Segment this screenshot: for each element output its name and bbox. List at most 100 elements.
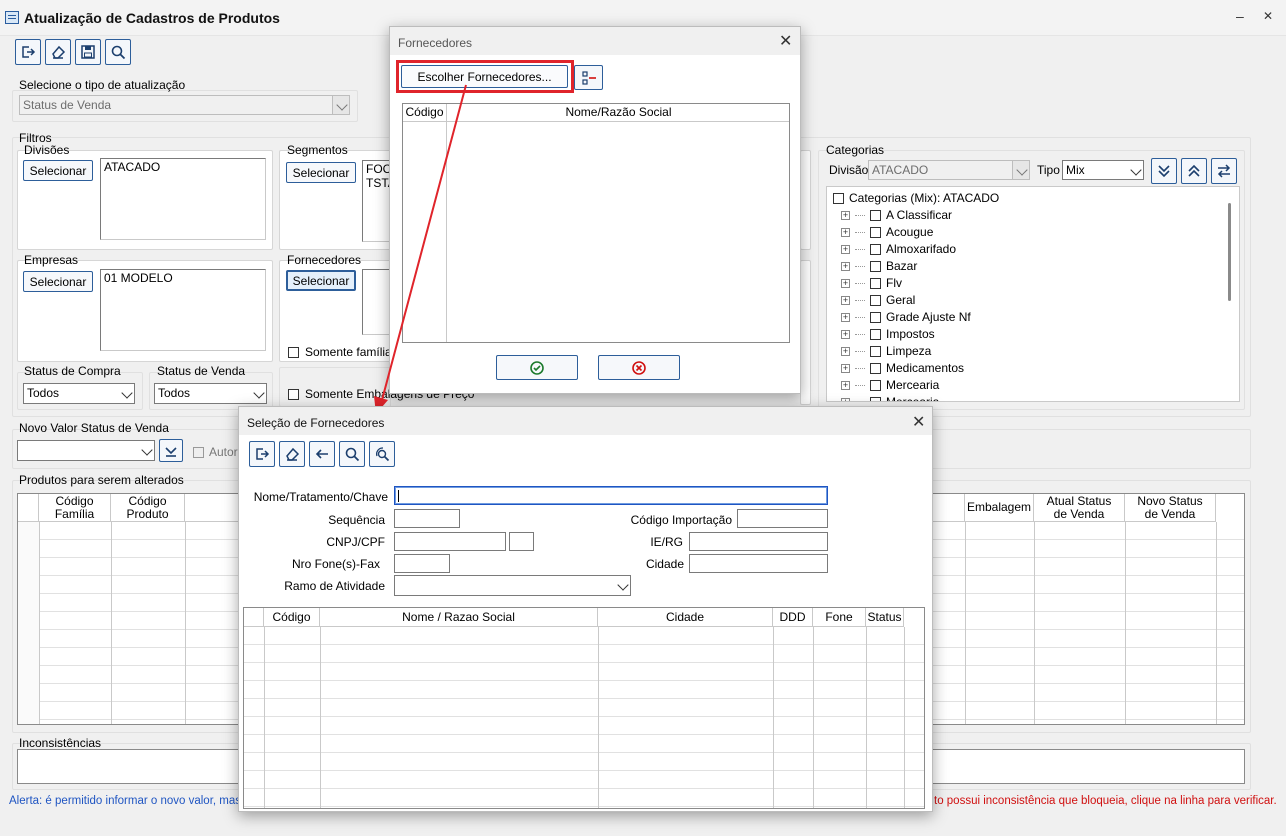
tree-item[interactable]: + Impostos <box>841 327 935 341</box>
tree-item[interactable]: + Bazar <box>841 259 917 273</box>
table-row[interactable] <box>244 716 924 717</box>
column-header[interactable]: Nome/Razão Social <box>447 104 789 122</box>
checkbox[interactable] <box>870 396 881 401</box>
clear-button[interactable] <box>45 39 71 65</box>
exit-button[interactable] <box>15 39 41 65</box>
tree-item[interactable]: + Grade Ajuste Nf <box>841 310 971 324</box>
close-dialog-button[interactable]: ✕ <box>779 31 792 51</box>
expand-plus-icon[interactable]: + <box>841 346 850 356</box>
column-header[interactable]: Fone <box>813 608 866 627</box>
checkbox[interactable] <box>833 192 844 204</box>
advanced-search-button[interactable] <box>369 441 395 467</box>
column-header[interactable]: Código <box>264 608 320 627</box>
checkbox[interactable] <box>870 243 881 255</box>
status-compra-select[interactable]: Todos <box>23 383 135 404</box>
save-button[interactable] <box>75 39 101 65</box>
expand-plus-icon[interactable]: + <box>841 312 850 322</box>
status-venda-select[interactable]: Todos <box>154 383 267 404</box>
checkbox[interactable] <box>870 362 881 374</box>
tree-item[interactable]: + Acougue <box>841 225 933 239</box>
tree-item[interactable]: + A Classificar <box>841 208 952 222</box>
exit-button[interactable] <box>249 441 275 467</box>
table-row[interactable] <box>244 806 924 807</box>
sequencia-input[interactable] <box>394 509 460 528</box>
selecao-grid[interactable]: Código Nome / Razao Social Cidade DDD Fo… <box>243 607 925 809</box>
expand-all-button[interactable] <box>1151 158 1177 184</box>
list-options-button[interactable] <box>574 65 603 90</box>
segmentos-select-button[interactable]: Selecionar <box>286 162 356 183</box>
collapse-all-button[interactable] <box>1181 158 1207 184</box>
column-header[interactable]: Nome / Razao Social <box>320 608 598 627</box>
tree-root[interactable]: Categorias (Mix): ATACADO <box>833 191 999 205</box>
autorizar-option[interactable]: Autori <box>193 445 240 459</box>
expand-plus-icon[interactable]: + <box>841 397 850 401</box>
back-button[interactable] <box>309 441 335 467</box>
cnpj-digit-input[interactable] <box>509 532 534 551</box>
expand-plus-icon[interactable]: + <box>841 210 850 220</box>
table-row[interactable] <box>244 734 924 735</box>
search-button[interactable] <box>339 441 365 467</box>
expand-plus-icon[interactable]: + <box>841 329 850 339</box>
tree-scrollbar[interactable] <box>1228 203 1231 301</box>
expand-plus-icon[interactable]: + <box>841 295 850 305</box>
update-type-select[interactable]: Status de Venda <box>19 95 350 115</box>
fone-input[interactable] <box>394 554 450 573</box>
checkbox[interactable] <box>870 345 881 357</box>
column-header[interactable]: Código Produto <box>111 494 185 522</box>
tree-item[interactable]: + Limpeza <box>841 344 931 358</box>
expand-plus-icon[interactable]: + <box>841 278 850 288</box>
tree-item[interactable]: + Medicamentos <box>841 361 964 375</box>
empresas-list[interactable]: 01 MODELO <box>100 269 266 351</box>
close-dialog-button[interactable]: ✕ <box>912 412 925 432</box>
table-row[interactable] <box>244 770 924 771</box>
expand-plus-icon[interactable]: + <box>841 380 850 390</box>
categorias-tree[interactable]: Categorias (Mix): ATACADO + A Classificar… <box>826 186 1240 402</box>
list-item[interactable]: ATACADO <box>104 160 262 174</box>
tree-item[interactable]: + Almoxarifado <box>841 242 956 256</box>
checkbox[interactable] <box>870 294 881 306</box>
checkbox[interactable] <box>870 226 881 238</box>
column-header[interactable]: Novo Status de Venda <box>1125 494 1216 522</box>
checkbox[interactable] <box>288 346 299 358</box>
expand-plus-icon[interactable]: + <box>841 261 850 271</box>
column-header[interactable]: Embalagem <box>965 494 1034 522</box>
cancel-button[interactable] <box>598 355 680 380</box>
checkbox[interactable] <box>288 388 299 400</box>
checkbox[interactable] <box>870 328 881 340</box>
column-header[interactable]: DDD <box>773 608 813 627</box>
nome-input[interactable] <box>394 486 828 505</box>
close-window-button[interactable]: ✕ <box>1263 9 1273 23</box>
empresas-select-button[interactable]: Selecionar <box>23 271 93 292</box>
ramo-select[interactable] <box>394 575 631 596</box>
table-row[interactable] <box>244 752 924 753</box>
codigo-importacao-input[interactable] <box>737 509 828 528</box>
checkbox[interactable] <box>870 260 881 272</box>
checkbox[interactable] <box>870 311 881 323</box>
tree-item[interactable]: + Flv <box>841 276 902 290</box>
ie-rg-input[interactable] <box>689 532 828 551</box>
checkbox[interactable] <box>870 277 881 289</box>
column-header[interactable]: Cidade <box>598 608 773 627</box>
apply-button[interactable] <box>159 439 183 462</box>
novo-valor-select[interactable] <box>17 440 155 461</box>
divisoes-select-button[interactable]: Selecionar <box>23 160 93 181</box>
column-header[interactable]: Status <box>866 608 904 627</box>
tree-item[interactable]: + Mercearia <box>841 378 939 392</box>
table-row[interactable] <box>244 662 924 663</box>
confirm-button[interactable] <box>496 355 578 380</box>
clear-button[interactable] <box>279 441 305 467</box>
checkbox[interactable] <box>193 446 204 458</box>
categorias-divisao-select[interactable]: ATACADO <box>868 160 1030 180</box>
cnpj-input[interactable] <box>394 532 506 551</box>
fornecedores-select-button[interactable]: Selecionar <box>286 270 356 291</box>
tree-item[interactable]: + Mercearia <box>841 395 939 401</box>
expand-plus-icon[interactable]: + <box>841 244 850 254</box>
table-row[interactable] <box>244 788 924 789</box>
table-row[interactable] <box>244 698 924 699</box>
minimize-button[interactable]: – <box>1236 8 1244 24</box>
column-header[interactable]: Atual Status de Venda <box>1034 494 1125 522</box>
tree-item[interactable]: + Geral <box>841 293 915 307</box>
table-row[interactable] <box>244 644 924 645</box>
table-row[interactable] <box>244 680 924 681</box>
checkbox[interactable] <box>870 379 881 391</box>
